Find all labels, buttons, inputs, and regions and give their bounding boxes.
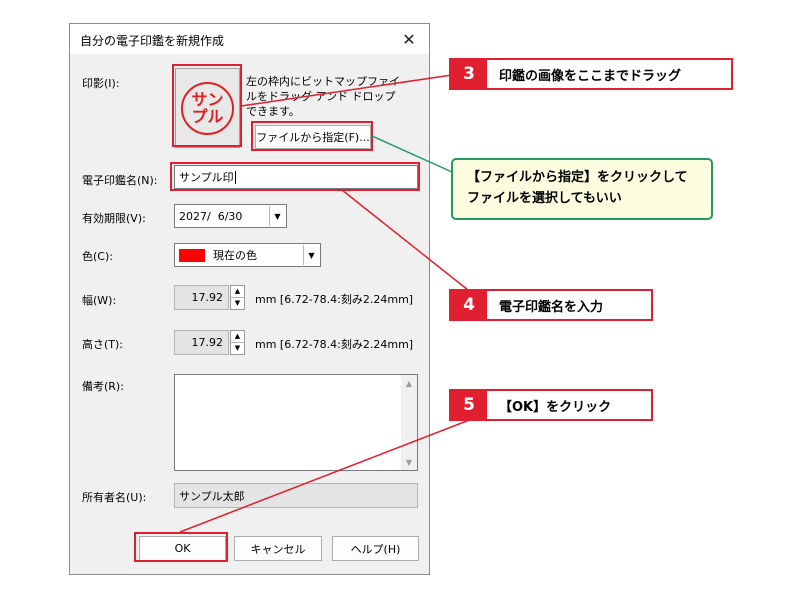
step3-text: 印鑑の画像をここまでドラッグ — [499, 68, 682, 84]
note-line — [371, 135, 453, 173]
note-line1: 【ファイルから指定】をクリックして — [467, 170, 688, 185]
callout-lines — [179, 74, 473, 533]
step4-line — [341, 189, 469, 291]
note-line2: ファイルを選択してもいい — [467, 191, 622, 206]
step5-callout: 5 【OK】をクリック — [449, 389, 653, 421]
step3-callout: 3 印鑑の画像をここまでドラッグ — [449, 58, 733, 90]
step5-text: 【OK】をクリック — [499, 399, 612, 415]
step4-text: 電子印鑑名を入力 — [499, 299, 604, 315]
step4-number: 4 — [451, 291, 487, 319]
step5-line — [179, 418, 473, 533]
file-select-note: 【ファイルから指定】をクリックして ファイルを選択してもいい — [451, 158, 713, 220]
step3-number: 3 — [451, 60, 487, 88]
step4-callout: 4 電子印鑑名を入力 — [449, 289, 653, 321]
step5-number: 5 — [451, 391, 487, 419]
step3-line — [240, 74, 453, 107]
